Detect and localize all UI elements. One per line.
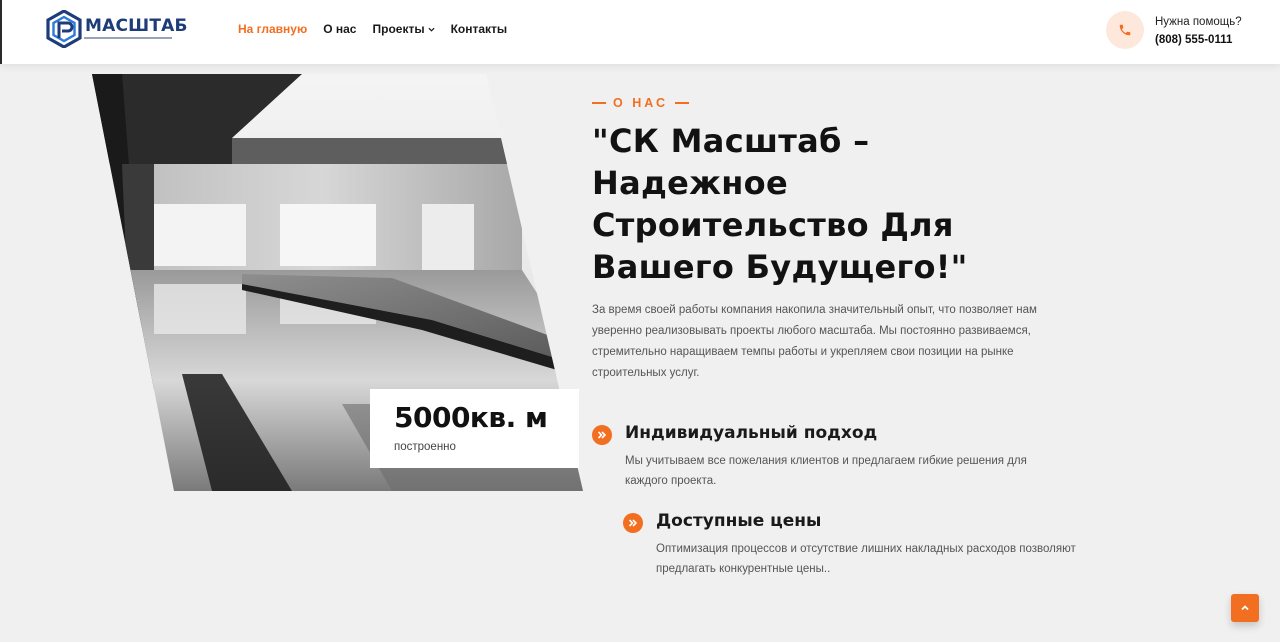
nav-item-home[interactable]: На главную: [238, 22, 307, 36]
feature-text: Мы учитываем все пожелания клиентов и пр…: [625, 455, 1027, 487]
double-chevron-right-icon: [592, 425, 612, 445]
nav-label: Контакты: [450, 22, 508, 36]
feature-title: Доступные цены: [656, 511, 822, 531]
stat-value: 5000кв. м: [394, 401, 548, 434]
phone-icon: [1119, 24, 1131, 36]
logo-underline: [84, 37, 172, 39]
nav-label: Проекты: [372, 22, 425, 36]
logo[interactable]: МАСШТАБ: [46, 10, 188, 48]
feature-title: Индивидуальный подход: [625, 423, 878, 443]
feature-text: Оптимизация процессов и отсутствие лишни…: [656, 543, 1076, 575]
stat-card: 5000кв. м построенно: [370, 389, 579, 468]
section-description: За время своей работы компания накопила …: [592, 304, 1037, 379]
help-phone-number[interactable]: (808) 555-0111: [1155, 34, 1242, 46]
scroll-to-top-button[interactable]: [1231, 594, 1259, 622]
section-eyebrow: О НАС: [592, 96, 689, 110]
help-contact: Нужна помощь? (808) 555-0111: [1106, 11, 1242, 49]
double-chevron-right-icon: [623, 513, 643, 533]
logo-mark-icon: [46, 10, 82, 48]
site-header: МАСШТАБ На главную О нас Проекты Контакт…: [0, 0, 1280, 64]
phone-button[interactable]: [1106, 11, 1144, 49]
chevron-up-icon: [1241, 605, 1249, 611]
nav-label: На главную: [238, 22, 308, 36]
chevron-down-icon: [428, 27, 435, 32]
nav-item-projects[interactable]: Проекты: [372, 22, 435, 36]
stat-label: построенно: [394, 441, 456, 453]
main-nav: На главную О нас Проекты Контакты: [238, 22, 507, 36]
nav-item-about[interactable]: О нас: [323, 22, 356, 36]
eyebrow-dash-left: [592, 102, 606, 104]
nav-item-contacts[interactable]: Контакты: [451, 22, 508, 36]
eyebrow-text: О НАС: [613, 96, 668, 110]
help-label: Нужна помощь?: [1155, 16, 1242, 28]
eyebrow-dash-right: [674, 102, 689, 104]
section-title: "СК Масштаб – Надежное Строительство Для…: [592, 122, 968, 286]
nav-label: О нас: [323, 22, 357, 36]
logo-text: МАСШТАБ: [85, 16, 188, 36]
